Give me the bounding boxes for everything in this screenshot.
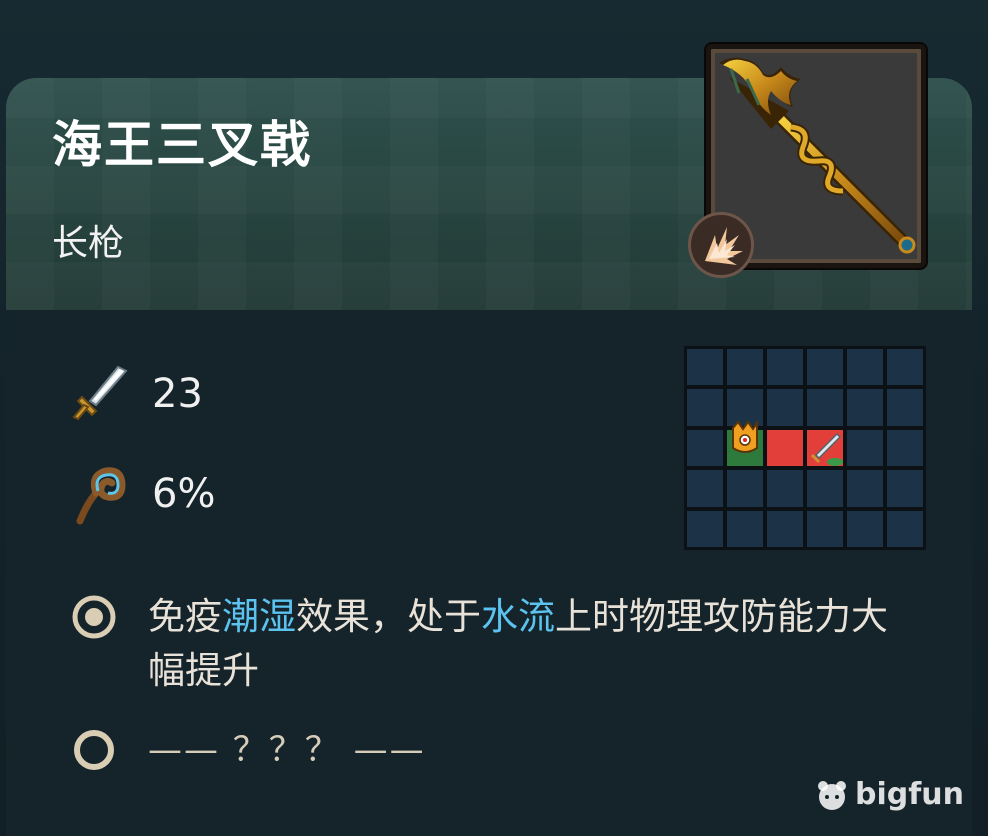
grid-cell <box>887 510 923 547</box>
staff-icon <box>76 467 126 525</box>
grid-cell <box>887 429 923 467</box>
keyword-water-current: 水流 <box>481 595 555 638</box>
grid-cell <box>847 510 883 547</box>
keyword-wet: 潮湿 <box>222 595 296 638</box>
item-type: 长枪 <box>52 223 125 264</box>
magic-value: 6% <box>152 471 216 517</box>
grid-cell-hit <box>767 429 803 467</box>
grid-cell-self <box>727 419 763 467</box>
impact-burst-badge <box>688 212 754 278</box>
effect-text-part: 免疫 <box>148 595 222 638</box>
effect-row-2: —— ？？？ —— <box>72 728 426 772</box>
grid-cell <box>887 389 923 426</box>
attack-range-grid <box>684 346 926 550</box>
effect-text-part: 效果，处于 <box>296 595 481 638</box>
sword-icon <box>72 365 128 421</box>
watermark-text: bigfun <box>855 777 964 812</box>
grid-cell <box>767 389 803 426</box>
grid-cell <box>687 389 723 426</box>
locked-effect-text: —— ？？？ —— <box>148 730 426 770</box>
hero-icon <box>732 419 758 453</box>
grid-cell <box>767 349 803 386</box>
item-name: 海王三叉戟 <box>52 116 312 174</box>
grid-cell <box>687 429 723 467</box>
grid-cell <box>767 470 803 507</box>
grid-cell <box>847 429 883 467</box>
grid-cell-hit <box>807 429 843 467</box>
grid-cell <box>727 510 763 547</box>
attack-stat: 23 <box>66 364 203 424</box>
watermark: bigfun <box>815 777 964 812</box>
grid-cell <box>807 349 843 386</box>
grid-cell <box>687 349 723 386</box>
grid-cell <box>807 510 843 547</box>
effect-row-1: 免疫潮湿效果，处于水流上时物理攻防能力大幅提升 <box>72 590 918 698</box>
magic-stat: 6% <box>66 464 216 525</box>
grid-cell <box>767 510 803 547</box>
grid-cell <box>687 510 723 547</box>
grid-cell <box>727 470 763 507</box>
bigfun-logo-icon <box>818 780 846 810</box>
grid-cell <box>807 389 843 426</box>
grid-cell <box>887 349 923 386</box>
grid-cell <box>687 470 723 507</box>
impact-burst-icon <box>705 227 743 265</box>
grid-cell <box>807 470 843 507</box>
mini-sword-icon <box>811 432 843 466</box>
grid-cell <box>727 349 763 386</box>
attack-value: 23 <box>152 371 203 417</box>
grid-cell <box>847 389 883 426</box>
filled-circle-icon <box>72 595 116 639</box>
grid-cell <box>847 470 883 507</box>
item-tooltip-background: 海王三叉戟 长枪 23 6% 免疫潮湿效果，处于水流上时物理攻防能力大幅提升 —… <box>0 0 988 836</box>
effect-description: 免疫潮湿效果，处于水流上时物理攻防能力大幅提升 <box>148 590 918 698</box>
empty-circle-icon <box>74 730 114 770</box>
grid-cell <box>887 470 923 507</box>
grid-cell <box>847 349 883 386</box>
